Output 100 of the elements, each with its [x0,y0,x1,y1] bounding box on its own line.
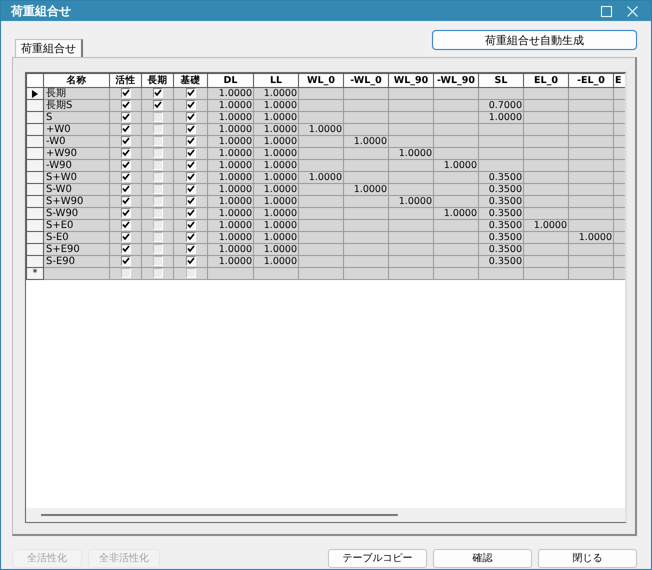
tab[interactable]: 荷重組合せ [15,39,83,57]
checkbox[interactable] [120,244,130,254]
row-header[interactable] [26,100,44,112]
checkbox[interactable] [186,100,196,110]
checkbox[interactable] [186,232,196,242]
checkbox[interactable] [152,160,162,170]
footer-button[interactable]: 確認 [433,548,532,568]
row-header[interactable] [26,112,44,124]
checkbox[interactable] [120,160,130,170]
checkbox[interactable] [120,172,130,182]
checkbox[interactable] [186,184,196,194]
checkbox[interactable] [120,124,130,134]
checkbox[interactable] [120,184,130,194]
column-header[interactable]: WL_0 [298,74,344,88]
checkbox[interactable] [186,268,196,278]
checkbox[interactable] [120,196,130,206]
row-header[interactable]: * [26,268,44,280]
checkbox[interactable] [120,268,130,278]
checkbox[interactable] [186,172,196,182]
column-header[interactable]: -WL_90 [434,74,478,88]
row-header[interactable] [26,148,44,160]
table-cell [388,124,434,136]
checkbox[interactable] [120,112,130,122]
column-header[interactable]: 活性 [110,74,142,88]
footer-button[interactable]: 閉じる [538,548,637,568]
checkbox[interactable] [186,196,196,206]
row-header[interactable] [26,88,44,100]
checkbox[interactable] [120,100,130,110]
table-cell [434,220,478,232]
row-header[interactable] [26,136,44,148]
row-header[interactable] [26,244,44,256]
row-header[interactable] [26,208,44,220]
column-header[interactable]: -WL_0 [344,74,388,88]
checkbox[interactable] [186,112,196,122]
checkbox[interactable] [186,124,196,134]
column-header[interactable]: 長期 [142,74,174,88]
column-header[interactable]: LL [254,74,298,88]
checkbox[interactable] [186,208,196,218]
checkbox[interactable] [152,112,162,122]
checkbox[interactable] [152,184,162,194]
table-cell: 1.0000 [254,184,298,196]
row-header[interactable] [26,172,44,184]
checkbox[interactable] [120,256,130,266]
footer-button[interactable]: テーブルコピー [328,548,427,568]
table-cell: 1.0000 [208,220,254,232]
table-cell [568,268,614,280]
checkbox[interactable] [152,124,162,134]
horizontal-scrollbar[interactable] [26,508,625,522]
table-cell: 0.3500 [478,220,524,232]
scrollbar-thumb[interactable] [41,514,398,516]
checkbox[interactable] [120,148,130,158]
checkbox[interactable] [186,148,196,158]
table-cell [344,148,388,160]
row-header[interactable] [26,184,44,196]
row-header[interactable] [26,232,44,244]
row-header[interactable] [26,220,44,232]
table-cell [434,100,478,112]
table-cell [344,220,388,232]
row-header[interactable] [26,124,44,136]
checkbox[interactable] [152,220,162,230]
column-header[interactable]: SL [478,74,524,88]
checkbox[interactable] [186,256,196,266]
checkbox[interactable] [152,208,162,218]
table-cell: 0.3500 [478,244,524,256]
checkbox[interactable] [152,148,162,158]
checkbox[interactable] [120,232,130,242]
auto-generate-button[interactable]: 荷重組合せ自動生成 [432,30,637,50]
checkbox[interactable] [152,232,162,242]
column-header[interactable]: -EL_0 [568,74,614,88]
table-cell [388,232,434,244]
checkbox[interactable] [186,136,196,146]
checkbox[interactable] [152,136,162,146]
column-header[interactable]: E [614,74,625,88]
checkbox[interactable] [120,88,130,98]
column-header[interactable]: 基礎 [174,74,208,88]
table-cell [298,184,344,196]
column-header[interactable]: WL_90 [388,74,434,88]
table-cell [344,256,388,268]
checkbox[interactable] [152,88,162,98]
checkbox[interactable] [120,208,130,218]
checkbox[interactable] [152,268,162,278]
checkbox[interactable] [120,220,130,230]
table-cell [524,148,568,160]
checkbox[interactable] [186,160,196,170]
row-header[interactable] [26,160,44,172]
column-header[interactable]: DL [208,74,254,88]
row-header[interactable] [26,196,44,208]
checkbox[interactable] [152,100,162,110]
row-header[interactable] [26,256,44,268]
checkbox[interactable] [120,136,130,146]
checkbox[interactable] [186,244,196,254]
checkbox[interactable] [152,244,162,254]
column-header[interactable]: 名称 [44,74,110,88]
checkbox[interactable] [186,220,196,230]
column-header[interactable]: EL_0 [524,74,568,88]
checkbox[interactable] [152,196,162,206]
checkbox[interactable] [186,88,196,98]
checkbox[interactable] [152,256,162,266]
table-cell: 1.0000 [254,136,298,148]
checkbox[interactable] [152,172,162,182]
